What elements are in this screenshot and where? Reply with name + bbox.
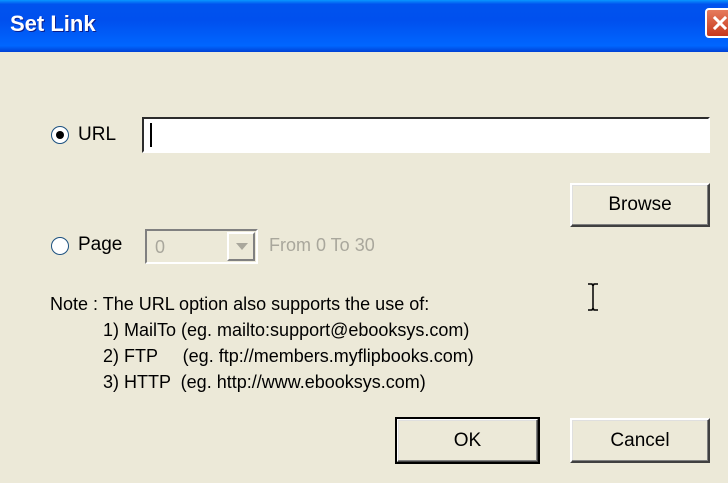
close-icon [712,15,728,31]
page-range-text: From 0 To 30 [269,235,375,255]
page-combo-value: 0 [155,237,166,257]
browse-button[interactable]: Browse [570,183,710,227]
title-bar[interactable]: Set Link [0,0,728,52]
text-caret [150,123,152,147]
page-radio[interactable] [51,237,69,255]
page-label: Page [78,234,123,255]
close-button[interactable] [705,8,728,38]
note-line: 2) FTP (eg. ftp://members.myflipbooks.co… [103,346,474,366]
cancel-button[interactable]: Cancel [570,418,710,463]
combo-dropdown-button[interactable] [227,232,255,261]
set-link-dialog: Set Link URL Browse Page 0 From 0 To 30 … [0,0,728,483]
note-heading: Note : The URL option also supports the … [50,294,430,314]
ibeam-cursor-icon [588,283,598,311]
page-combo[interactable]: 0 [145,229,258,264]
note-line: 3) HTTP (eg. http://www.ebooksys.com) [103,372,426,392]
window-title: Set Link [10,11,96,36]
note-line: 1) MailTo (eg. mailto:support@ebooksys.c… [103,320,470,340]
chevron-down-icon [236,243,248,250]
url-radio-dot [56,131,64,139]
url-input[interactable] [142,117,710,153]
url-label: URL [78,124,117,145]
ok-button[interactable]: OK [395,417,540,464]
url-radio[interactable] [51,126,69,144]
